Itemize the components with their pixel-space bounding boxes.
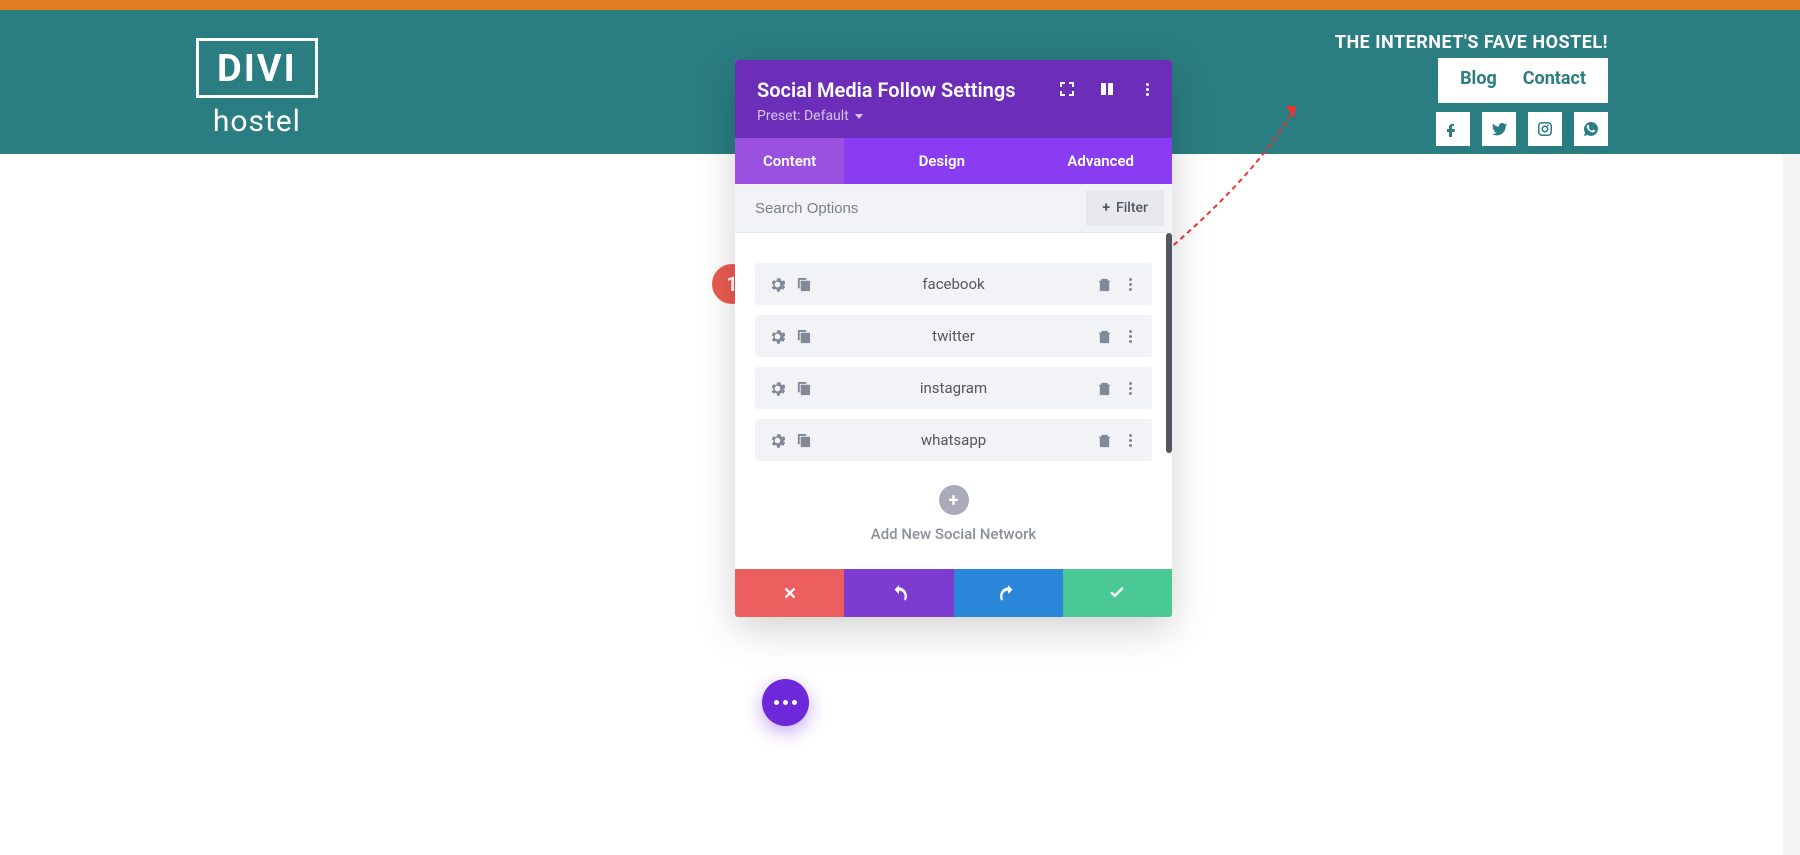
nav-link-blog[interactable]: Blog	[1460, 68, 1497, 89]
network-item-instagram[interactable]: instagram	[755, 367, 1152, 409]
nav-links: Blog Contact	[1438, 58, 1608, 103]
filter-button[interactable]: + Filter	[1086, 190, 1164, 226]
modal-tabs: Content Design Advanced	[735, 138, 1172, 184]
social-follow-settings-modal: Social Media Follow Settings Preset: Def…	[735, 60, 1172, 617]
chevron-down-icon	[855, 114, 863, 119]
add-network-button[interactable]: +	[939, 485, 969, 515]
whatsapp-icon[interactable]	[1574, 112, 1608, 146]
plus-icon: +	[1102, 200, 1110, 216]
copy-icon[interactable]	[795, 380, 811, 396]
columns-icon[interactable]	[1098, 80, 1116, 98]
trash-icon[interactable]	[1096, 328, 1112, 344]
network-item-twitter[interactable]: twitter	[755, 315, 1152, 357]
kebab-icon[interactable]	[1122, 276, 1138, 292]
redo-button[interactable]	[954, 569, 1063, 617]
tab-advanced[interactable]: Advanced	[1039, 138, 1172, 184]
top-orange-strip	[0, 0, 1800, 10]
tab-content[interactable]: Content	[735, 138, 844, 184]
nav-link-contact[interactable]: Contact	[1523, 68, 1586, 89]
add-network-label: Add New Social Network	[755, 525, 1152, 543]
instagram-icon[interactable]	[1528, 112, 1562, 146]
search-input[interactable]	[735, 186, 1086, 231]
kebab-icon[interactable]	[1122, 432, 1138, 448]
logo-sub-text: hostel	[196, 104, 318, 139]
tab-design[interactable]: Design	[844, 138, 1039, 184]
gear-icon[interactable]	[769, 276, 785, 292]
preset-label: Preset: Default	[757, 108, 849, 124]
floating-action-button[interactable]	[762, 679, 809, 726]
twitter-icon[interactable]	[1482, 112, 1516, 146]
search-filter-bar: + Filter	[735, 184, 1172, 233]
preset-dropdown[interactable]: Preset: Default	[757, 108, 1150, 124]
copy-icon[interactable]	[795, 432, 811, 448]
header-social-icons	[1436, 112, 1608, 146]
trash-icon[interactable]	[1096, 432, 1112, 448]
network-name: whatsapp	[811, 431, 1096, 449]
copy-icon[interactable]	[795, 276, 811, 292]
facebook-icon[interactable]	[1436, 112, 1470, 146]
modal-body: facebook twitter instagram	[735, 233, 1172, 569]
gear-icon[interactable]	[769, 328, 785, 344]
copy-icon[interactable]	[795, 328, 811, 344]
add-network-section: + Add New Social Network	[755, 485, 1152, 543]
modal-scrollbar[interactable]	[1166, 233, 1172, 453]
gear-icon[interactable]	[769, 380, 785, 396]
trash-icon[interactable]	[1096, 380, 1112, 396]
cancel-button[interactable]	[735, 569, 844, 617]
filter-label: Filter	[1116, 200, 1148, 216]
network-name: twitter	[811, 327, 1096, 345]
kebab-icon[interactable]	[1122, 328, 1138, 344]
gear-icon[interactable]	[769, 432, 785, 448]
confirm-button[interactable]	[1063, 569, 1172, 617]
trash-icon[interactable]	[1096, 276, 1112, 292]
network-item-facebook[interactable]: facebook	[755, 263, 1152, 305]
site-logo: DIVI hostel	[196, 38, 318, 139]
kebab-icon[interactable]	[1122, 380, 1138, 396]
network-name: instagram	[811, 379, 1096, 397]
network-name: facebook	[811, 275, 1096, 293]
kebab-icon[interactable]	[1138, 80, 1156, 98]
logo-main-text: DIVI	[217, 47, 297, 91]
undo-button[interactable]	[844, 569, 953, 617]
modal-footer	[735, 569, 1172, 617]
expand-icon[interactable]	[1058, 80, 1076, 98]
header-tagline: THE INTERNET'S FAVE HOSTEL!	[1335, 32, 1608, 53]
network-item-whatsapp[interactable]: whatsapp	[755, 419, 1152, 461]
modal-header: Social Media Follow Settings Preset: Def…	[735, 60, 1172, 138]
